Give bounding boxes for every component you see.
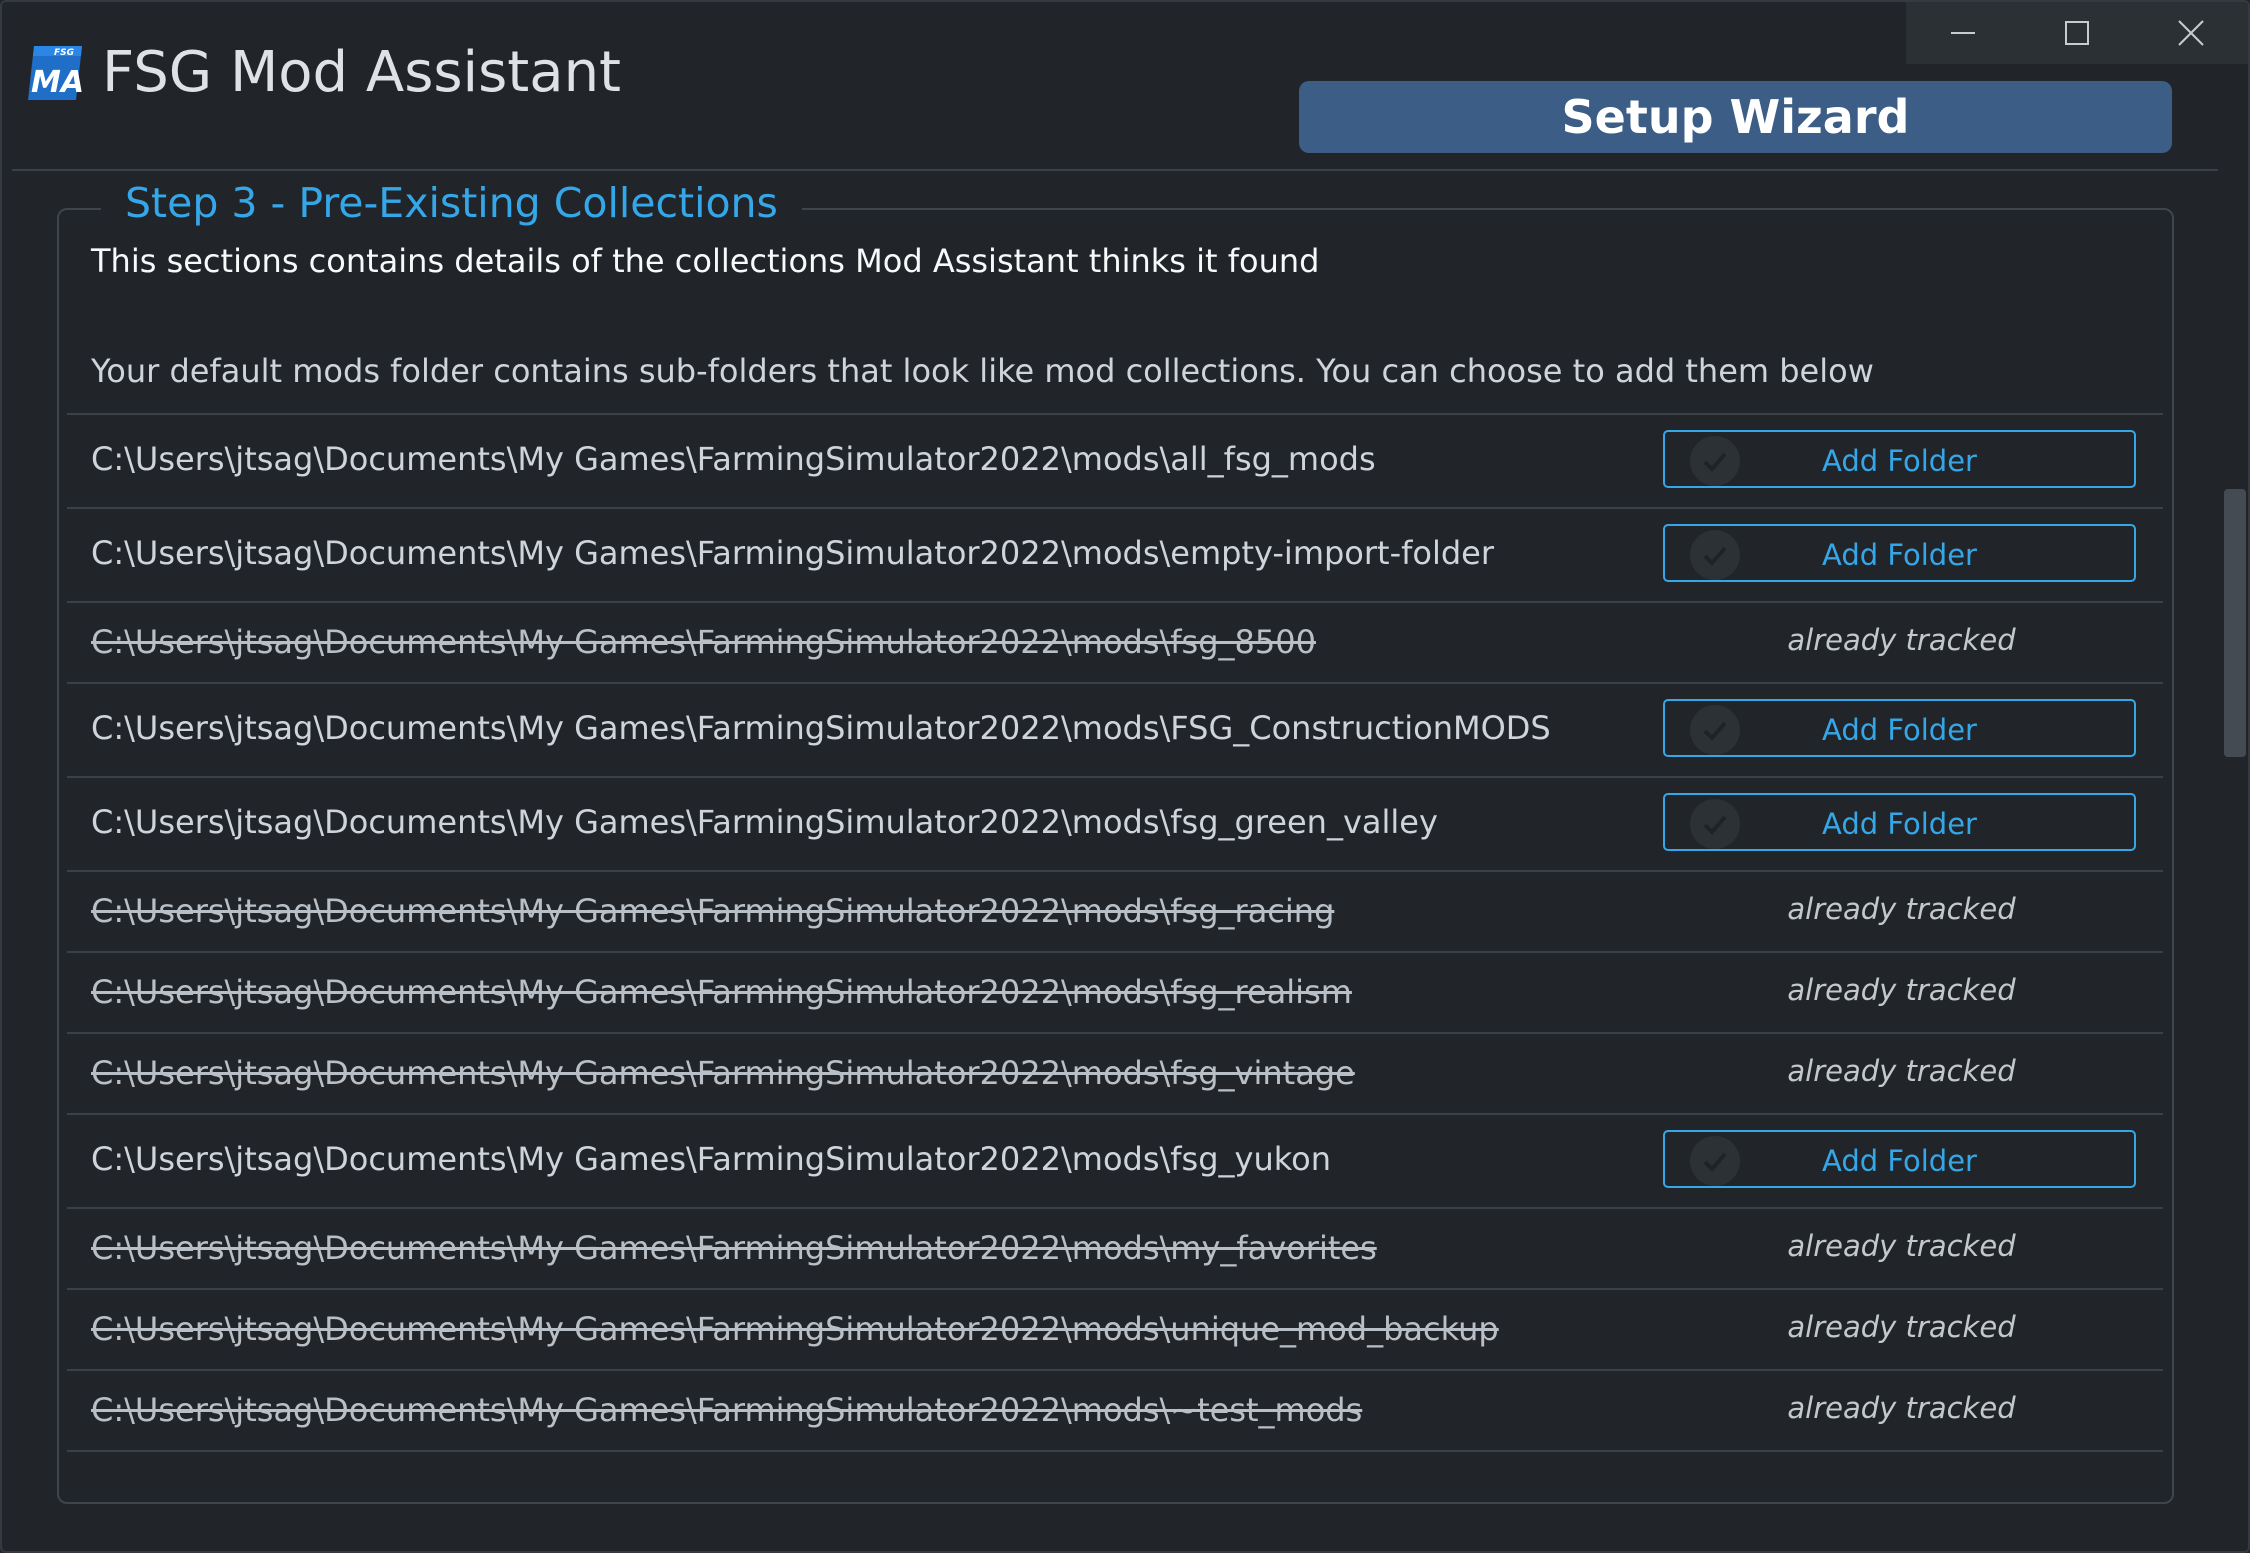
add-folder-label: Add Folder	[1822, 1144, 1977, 1178]
folder-path: C:\Users\jtsag\Documents\My Games\Farmin…	[91, 1140, 1331, 1178]
close-icon	[2178, 20, 2204, 46]
step-title: Step 3 - Pre-Existing Collections	[101, 176, 802, 230]
folder-row: C:\Users\jtsag\Documents\My Games\Farmin…	[67, 778, 2163, 872]
maximize-button[interactable]	[2020, 2, 2134, 64]
minimize-button[interactable]	[1906, 2, 2020, 64]
folder-path: C:\Users\jtsag\Documents\My Games\Farmin…	[91, 1391, 1363, 1429]
folder-row: C:\Users\jtsag\Documents\My Games\Farmin…	[67, 415, 2163, 509]
close-button[interactable]	[2134, 2, 2248, 64]
maximize-icon	[2065, 21, 2089, 45]
already-tracked-label: already tracked	[1787, 1054, 2016, 1088]
add-folder-button[interactable]: Add Folder	[1663, 699, 2136, 757]
folder-row: C:\Users\jtsag\Documents\My Games\Farmin…	[67, 509, 2163, 603]
app-logo: FSG MA	[28, 46, 84, 100]
already-tracked-label: already tracked	[1787, 1310, 2016, 1344]
folder-row-tracked: C:\Users\jtsag\Documents\My Games\Farmin…	[67, 603, 2163, 684]
folder-path: C:\Users\jtsag\Documents\My Games\Farmin…	[91, 803, 1438, 841]
folder-path: C:\Users\jtsag\Documents\My Games\Farmin…	[91, 709, 1551, 747]
header-divider	[12, 169, 2218, 171]
add-folder-button[interactable]: Add Folder	[1663, 430, 2136, 488]
step-intro: This sections contains details of the co…	[91, 242, 1320, 280]
folder-path: C:\Users\jtsag\Documents\My Games\Farmin…	[91, 440, 1376, 478]
logo-text-main: MA	[31, 65, 84, 100]
already-tracked-label: already tracked	[1787, 973, 2016, 1007]
folder-path: C:\Users\jtsag\Documents\My Games\Farmin…	[91, 892, 1335, 930]
folder-row-tracked: C:\Users\jtsag\Documents\My Games\Farmin…	[67, 1209, 2163, 1290]
folder-path: C:\Users\jtsag\Documents\My Games\Farmin…	[91, 973, 1352, 1011]
setup-wizard-header: Setup Wizard	[1299, 81, 2172, 153]
folder-path: C:\Users\jtsag\Documents\My Games\Farmin…	[91, 623, 1316, 661]
add-folder-label: Add Folder	[1822, 538, 1977, 572]
folder-row-tracked: C:\Users\jtsag\Documents\My Games\Farmin…	[67, 1371, 2163, 1452]
folder-path: C:\Users\jtsag\Documents\My Games\Farmin…	[91, 1310, 1499, 1348]
window-controls	[1906, 2, 2248, 64]
folder-row-tracked: C:\Users\jtsag\Documents\My Games\Farmin…	[67, 872, 2163, 953]
folder-path: C:\Users\jtsag\Documents\My Games\Farmin…	[91, 1229, 1377, 1267]
logo-text-top: FSG	[54, 48, 74, 58]
collection-list: C:\Users\jtsag\Documents\My Games\Farmin…	[67, 413, 2163, 1452]
already-tracked-label: already tracked	[1787, 623, 2016, 657]
folder-row-tracked: C:\Users\jtsag\Documents\My Games\Farmin…	[67, 953, 2163, 1034]
add-folder-button[interactable]: Add Folder	[1663, 524, 2136, 582]
folder-row: C:\Users\jtsag\Documents\My Games\Farmin…	[67, 684, 2163, 778]
minimize-icon	[1951, 32, 1975, 34]
folder-row: C:\Users\jtsag\Documents\My Games\Farmin…	[67, 1115, 2163, 1209]
folder-row-tracked: C:\Users\jtsag\Documents\My Games\Farmin…	[67, 1034, 2163, 1115]
add-folder-button[interactable]: Add Folder	[1663, 793, 2136, 851]
app-window: FSG MA FSG Mod Assistant Setup Wizard St…	[0, 0, 2250, 1553]
folder-path: C:\Users\jtsag\Documents\My Games\Farmin…	[91, 1054, 1355, 1092]
folder-path: C:\Users\jtsag\Documents\My Games\Farmin…	[91, 534, 1495, 572]
add-folder-label: Add Folder	[1822, 444, 1977, 478]
folder-row-tracked: C:\Users\jtsag\Documents\My Games\Farmin…	[67, 1290, 2163, 1371]
step-subintro: Your default mods folder contains sub-fo…	[91, 352, 1874, 390]
scrollbar-thumb[interactable]	[2224, 489, 2246, 757]
already-tracked-label: already tracked	[1787, 1391, 2016, 1425]
add-folder-label: Add Folder	[1822, 807, 1977, 841]
add-folder-label: Add Folder	[1822, 713, 1977, 747]
already-tracked-label: already tracked	[1787, 892, 2016, 926]
app-title: FSG Mod Assistant	[102, 40, 622, 105]
add-folder-button[interactable]: Add Folder	[1663, 1130, 2136, 1188]
already-tracked-label: already tracked	[1787, 1229, 2016, 1263]
